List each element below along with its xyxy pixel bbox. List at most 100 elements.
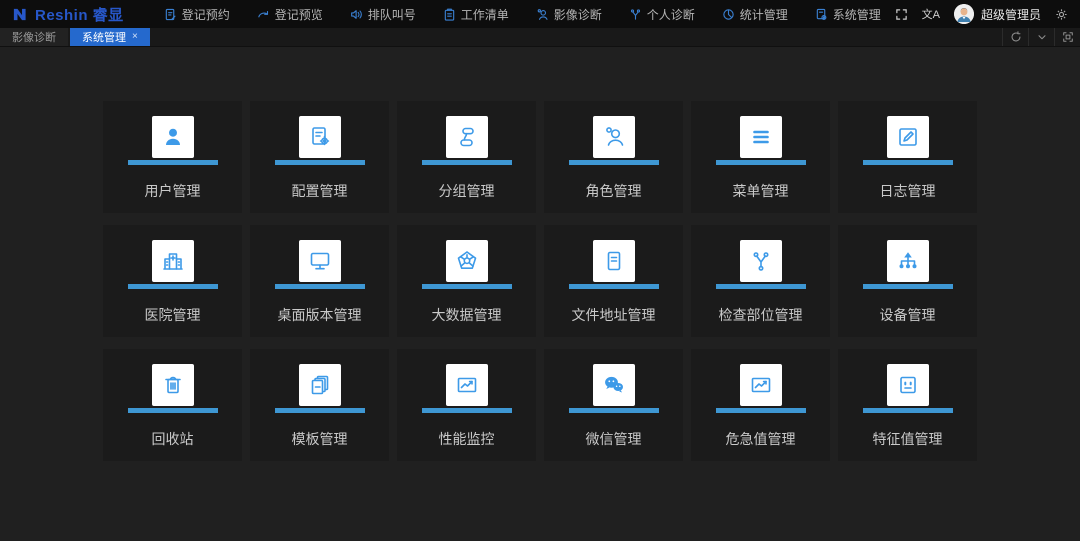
- card-underline: [862, 160, 953, 165]
- card-feature-value-manage[interactable]: 特征值管理: [838, 349, 977, 461]
- brand-logo-icon: [13, 8, 26, 20]
- nav-label: 登记预约: [181, 7, 230, 22]
- top-bar: Reshin 睿显 登记预约 登记预览 排队叫号 工作清单 影像诊断 个人诊断 …: [0, 0, 1080, 28]
- nav-item-system-manage[interactable]: 系统管理: [815, 6, 881, 23]
- username: 超级管理员: [980, 7, 1041, 22]
- card-underline: [715, 160, 806, 165]
- nav-item-personal-diagnosis[interactable]: 个人诊断: [629, 6, 695, 23]
- recycle-bin-icon: [151, 364, 194, 406]
- exam-bodypart-icon: [739, 240, 782, 282]
- config-icon: [298, 116, 341, 158]
- bigdata-icon: [445, 240, 488, 282]
- card-underline: [274, 408, 365, 413]
- file-address-icon: [592, 240, 635, 282]
- card-desktop-version-manage[interactable]: 桌面版本管理: [250, 225, 389, 337]
- card-label: 文件地址管理: [571, 307, 656, 323]
- card-device-manage[interactable]: 设备管理: [838, 225, 977, 337]
- card-underline: [127, 284, 218, 289]
- module-grid: 用户管理 配置管理 分组管理 角色管理 菜单管理 日志管理 医院管理 桌面版本管…: [103, 101, 1080, 461]
- card-label: 用户管理: [144, 183, 201, 199]
- log-icon: [886, 116, 929, 158]
- refresh-icon[interactable]: [1002, 28, 1028, 46]
- group-icon: [445, 116, 488, 158]
- user-menu[interactable]: 超级管理员: [953, 4, 1041, 24]
- card-label: 配置管理: [291, 183, 348, 199]
- card-template-manage[interactable]: 模板管理: [250, 349, 389, 461]
- nav-label: 工作清单: [460, 7, 509, 22]
- nav-label: 排队叫号: [367, 7, 416, 22]
- hospital-icon: [151, 240, 194, 282]
- card-file-address-manage[interactable]: 文件地址管理: [544, 225, 683, 337]
- register-preview-icon: [258, 10, 268, 17]
- card-label: 菜单管理: [732, 183, 789, 199]
- nav-label: 影像诊断: [553, 7, 602, 22]
- chevron-down-icon[interactable]: [1028, 28, 1054, 46]
- tab-imaging-diagnosis[interactable]: 影像诊断: [0, 28, 68, 46]
- nav-item-register-preview[interactable]: 登记预览: [257, 6, 323, 23]
- brand-name: Reshin 睿显: [35, 6, 124, 24]
- device-icon: [886, 240, 929, 282]
- queue-call-icon: [350, 9, 362, 19]
- card-exam-bodypart-manage[interactable]: 检查部位管理: [691, 225, 830, 337]
- card-label: 医院管理: [144, 307, 201, 323]
- card-label: 桌面版本管理: [277, 307, 362, 323]
- nav-item-queue-call[interactable]: 排队叫号: [350, 6, 416, 23]
- nav-label: 个人诊断: [646, 7, 695, 22]
- main-content: 用户管理 配置管理 分组管理 角色管理 菜单管理 日志管理 医院管理 桌面版本管…: [0, 101, 1080, 461]
- card-label: 分组管理: [438, 183, 495, 199]
- card-underline: [127, 408, 218, 413]
- tab-label: 系统管理: [82, 32, 126, 44]
- card-label: 模板管理: [291, 431, 348, 447]
- card-critical-value-manage[interactable]: 危急值管理: [691, 349, 830, 461]
- card-group-manage[interactable]: 分组管理: [397, 101, 536, 213]
- card-log-manage[interactable]: 日志管理: [838, 101, 977, 213]
- translate-icon[interactable]: 文A: [922, 6, 940, 22]
- nav-item-imaging-diagnosis[interactable]: 影像诊断: [536, 6, 602, 23]
- avatar: [953, 4, 974, 24]
- menu-icon: [739, 116, 782, 158]
- critical-value-icon: [739, 364, 782, 406]
- card-bigdata-manage[interactable]: 大数据管理: [397, 225, 536, 337]
- card-label: 角色管理: [585, 183, 642, 199]
- card-label: 危急值管理: [725, 431, 796, 447]
- card-wechat-manage[interactable]: 微信管理: [544, 349, 683, 461]
- card-menu-manage[interactable]: 菜单管理: [691, 101, 830, 213]
- card-recycle-bin[interactable]: 回收站: [103, 349, 242, 461]
- frame-icon[interactable]: [1054, 28, 1080, 46]
- card-underline: [862, 284, 953, 289]
- card-label: 微信管理: [585, 431, 642, 447]
- card-underline: [862, 408, 953, 413]
- card-user-manage[interactable]: 用户管理: [103, 101, 242, 213]
- system-manage-icon: [816, 8, 827, 20]
- worklist-icon: [444, 8, 454, 21]
- card-underline: [127, 160, 218, 165]
- nav-item-worklist[interactable]: 工作清单: [443, 6, 509, 23]
- card-underline: [568, 408, 659, 413]
- topbar-right: 文A 超级管理员: [895, 4, 1068, 24]
- card-underline: [421, 408, 512, 413]
- top-nav: 登记预约 登记预览 排队叫号 工作清单 影像诊断 个人诊断 统计管理 系统管理: [164, 6, 881, 23]
- card-config-manage[interactable]: 配置管理: [250, 101, 389, 213]
- card-label: 大数据管理: [431, 307, 502, 323]
- card-performance-monitor[interactable]: 性能监控: [397, 349, 536, 461]
- nav-item-register-appointment[interactable]: 登记预约: [164, 6, 230, 23]
- brand: Reshin 睿显: [12, 4, 124, 25]
- card-role-manage[interactable]: 角色管理: [544, 101, 683, 213]
- personal-diagnosis-icon: [630, 8, 640, 20]
- tab-actions: [1002, 28, 1080, 46]
- tab-system-manage[interactable]: 系统管理 ×: [70, 28, 150, 46]
- fullscreen-icon[interactable]: [895, 8, 908, 21]
- statistics-icon: [723, 8, 734, 20]
- card-underline: [274, 284, 365, 289]
- card-label: 性能监控: [438, 431, 495, 447]
- nav-label: 统计管理: [739, 7, 788, 22]
- nav-label: 系统管理: [832, 7, 881, 22]
- gear-icon[interactable]: [1055, 8, 1068, 21]
- tab-close-icon[interactable]: ×: [132, 32, 138, 42]
- card-underline: [421, 284, 512, 289]
- card-hospital-manage[interactable]: 医院管理: [103, 225, 242, 337]
- nav-item-statistics[interactable]: 统计管理: [722, 6, 788, 23]
- card-underline: [715, 408, 806, 413]
- imaging-diagnosis-icon: [537, 8, 548, 20]
- role-icon: [592, 116, 635, 158]
